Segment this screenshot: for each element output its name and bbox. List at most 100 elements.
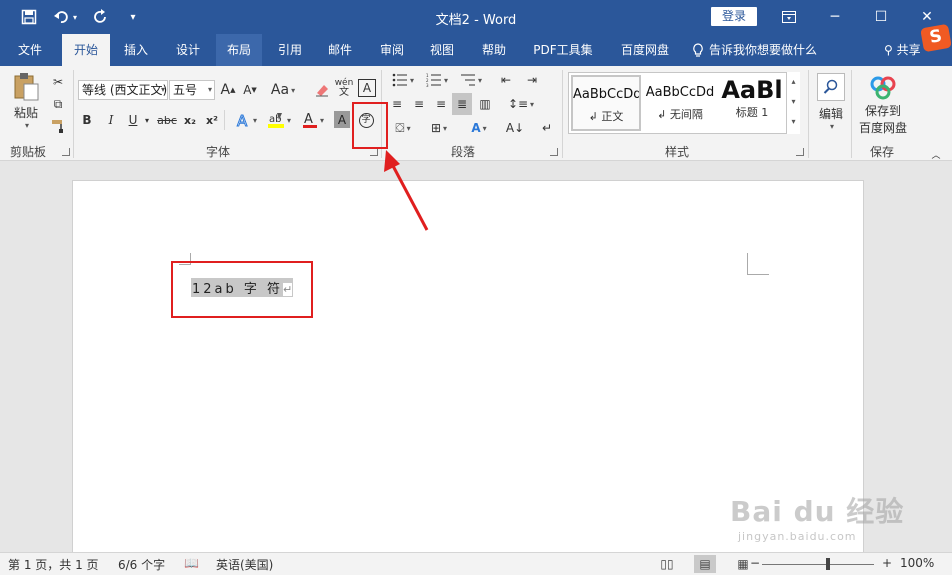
format-painter-icon[interactable] (48, 116, 68, 136)
underline-button[interactable]: U (126, 110, 140, 130)
highlight-color-button[interactable]: ab ▾ (264, 110, 294, 130)
svg-text:A: A (237, 112, 248, 128)
styles-scroll[interactable]: ▴ ▾ ▾ (786, 72, 800, 134)
zoom-slider[interactable] (762, 564, 874, 565)
borders-button[interactable]: ⊞ ▾ (424, 118, 454, 138)
text-effects-button[interactable]: A ▾ (232, 110, 260, 130)
asian-layout-button[interactable]: A ▾ (464, 118, 494, 138)
zoom-out-button[interactable]: − (750, 556, 760, 570)
collapse-ribbon-icon[interactable]: ︿ (928, 144, 944, 164)
sogou-ime-icon[interactable]: S (920, 23, 952, 53)
more-styles-icon[interactable]: ▾ (787, 112, 800, 132)
minimize-button[interactable]: ─ (812, 0, 858, 34)
paragraph-launcher-icon[interactable] (550, 148, 558, 156)
style-no-spacing-sample: AaBbCcDd (645, 85, 715, 100)
align-right-icon[interactable]: ≡ (432, 94, 450, 114)
zoom-level[interactable]: 100% (900, 556, 934, 570)
ribbon-home: 粘贴 ▾ ✂ ⧉ 剪贴板 等线 (西文正文) ▾ 五号 ▾ A ▲ A ▼ Aa ▾ … (0, 66, 952, 161)
editing-button[interactable]: 编辑 ▾ (812, 70, 850, 134)
ribbon-display-icon[interactable] (766, 0, 812, 34)
tab-design[interactable]: 设计 (166, 34, 210, 66)
justify-icon[interactable]: ≣ (452, 93, 472, 115)
strikethrough-button[interactable]: abc (156, 110, 178, 130)
style-no-spacing[interactable]: AaBbCcDd ↲ 无间隔 (645, 75, 715, 131)
sort-icon[interactable]: A↓ (506, 118, 524, 138)
font-name-combo[interactable]: 等线 (西文正文) ▾ (78, 80, 168, 100)
decrease-indent-icon[interactable]: ⇤ (496, 70, 516, 90)
tab-references[interactable]: 引用 (268, 34, 312, 66)
bullets-button[interactable]: ▾ (388, 70, 418, 90)
paste-label: 粘贴 (13, 106, 38, 120)
tab-insert[interactable]: 插入 (114, 34, 158, 66)
share-button[interactable]: ⚲ 共享 (884, 34, 921, 66)
styles-group-label: 样式 (665, 145, 690, 159)
clipboard-launcher-icon[interactable] (62, 148, 70, 156)
increase-indent-icon[interactable]: ⇥ (522, 70, 542, 90)
maximize-button[interactable]: ☐ (858, 0, 904, 34)
style-normal-sample: AaBbCcDd (573, 87, 639, 102)
font-color-button[interactable]: A ▾ (298, 110, 328, 130)
tell-me-search[interactable]: 告诉我你想要做什么 (692, 34, 817, 66)
multilevel-list-button[interactable]: ▾ (456, 70, 486, 90)
style-heading-1-sample: AaBl (721, 76, 783, 104)
align-center-icon[interactable]: ≡ (410, 94, 428, 114)
numbering-button[interactable]: 1 2 3 ▾ (422, 70, 452, 90)
tab-layout[interactable]: 布局 (216, 34, 262, 66)
char-border-button[interactable]: A (358, 79, 376, 97)
zoom-in-button[interactable]: + (882, 556, 892, 570)
shading-button[interactable]: ⛋ ▾ (388, 118, 418, 138)
style-heading-1[interactable]: AaBl 标题 1 (719, 75, 785, 131)
styles-launcher-icon[interactable] (796, 148, 804, 156)
tab-pdf-tools[interactable]: PDF工具集 (526, 34, 600, 66)
align-left-icon[interactable]: ≡ (388, 94, 406, 114)
font-color-icon: A (302, 112, 317, 128)
chevron-up-icon[interactable]: ▴ (787, 72, 800, 92)
char-shading-icon[interactable]: A (334, 111, 350, 128)
tab-help[interactable]: 帮助 (472, 34, 516, 66)
change-case-button[interactable]: Aa ▾ (268, 80, 298, 100)
proofing-icon[interactable]: 📖 (184, 556, 199, 570)
underline-dropdown-icon[interactable]: ▾ (142, 110, 152, 130)
font-size-value: 五号 (173, 83, 198, 97)
tab-file[interactable]: 文件 (8, 34, 52, 66)
font-launcher-icon[interactable] (370, 148, 378, 156)
tab-view[interactable]: 视图 (420, 34, 464, 66)
search-icon (817, 73, 845, 101)
grow-font-button[interactable]: A ▲ (220, 80, 236, 100)
cut-icon[interactable]: ✂ (48, 72, 68, 92)
zoom-slider-thumb[interactable] (826, 558, 830, 570)
tab-home[interactable]: 开始 (62, 34, 110, 66)
baidu-watermark-url: jingyan.baidu.com (738, 530, 857, 543)
shrink-font-button[interactable]: A ▼ (242, 80, 258, 100)
page-count[interactable]: 第 1 页，共 1 页 (8, 556, 99, 573)
style-no-spacing-name: ↲ 无间隔 (657, 108, 703, 121)
read-mode-icon[interactable]: ▯▯ (656, 555, 678, 573)
tab-baidu-netdisk[interactable]: 百度网盘 (612, 34, 678, 66)
group-separator (808, 70, 809, 158)
save-to-baidu-button[interactable]: 保存到 百度网盘 (854, 70, 912, 140)
tab-mailings[interactable]: 邮件 (318, 34, 362, 66)
word-count[interactable]: 6/6 个字 (118, 556, 165, 573)
distributed-icon[interactable]: ▥ (476, 94, 494, 114)
italic-button[interactable]: I (104, 110, 118, 130)
login-button[interactable]: 登录 (711, 7, 757, 26)
clear-format-icon[interactable] (312, 80, 332, 100)
paste-button[interactable]: 粘贴 ▾ (8, 72, 44, 130)
tab-review[interactable]: 审阅 (370, 34, 414, 66)
show-marks-icon[interactable]: ↵ (538, 118, 556, 138)
phonetic-guide-button[interactable]: wén 文 (334, 78, 354, 98)
chevron-down-icon: ▾ (207, 85, 212, 94)
print-layout-icon[interactable]: ▤ (694, 555, 716, 573)
group-separator (562, 70, 563, 158)
style-normal-name: ↲ 正文 (588, 110, 624, 123)
font-size-combo[interactable]: 五号 ▾ (169, 80, 215, 100)
save-to-baidu-line1: 保存到 (864, 104, 901, 118)
language[interactable]: 英语(美国) (216, 556, 273, 573)
chevron-down-icon[interactable]: ▾ (787, 92, 800, 112)
copy-icon[interactable]: ⧉ (48, 94, 68, 114)
subscript-button[interactable]: x₂ (182, 110, 198, 130)
line-spacing-button[interactable]: ↕≡ ▾ (506, 94, 536, 114)
style-normal[interactable]: AaBbCcDd ↲ 正文 (571, 75, 641, 131)
superscript-button[interactable]: x² (204, 110, 220, 130)
bold-button[interactable]: B (80, 110, 94, 130)
